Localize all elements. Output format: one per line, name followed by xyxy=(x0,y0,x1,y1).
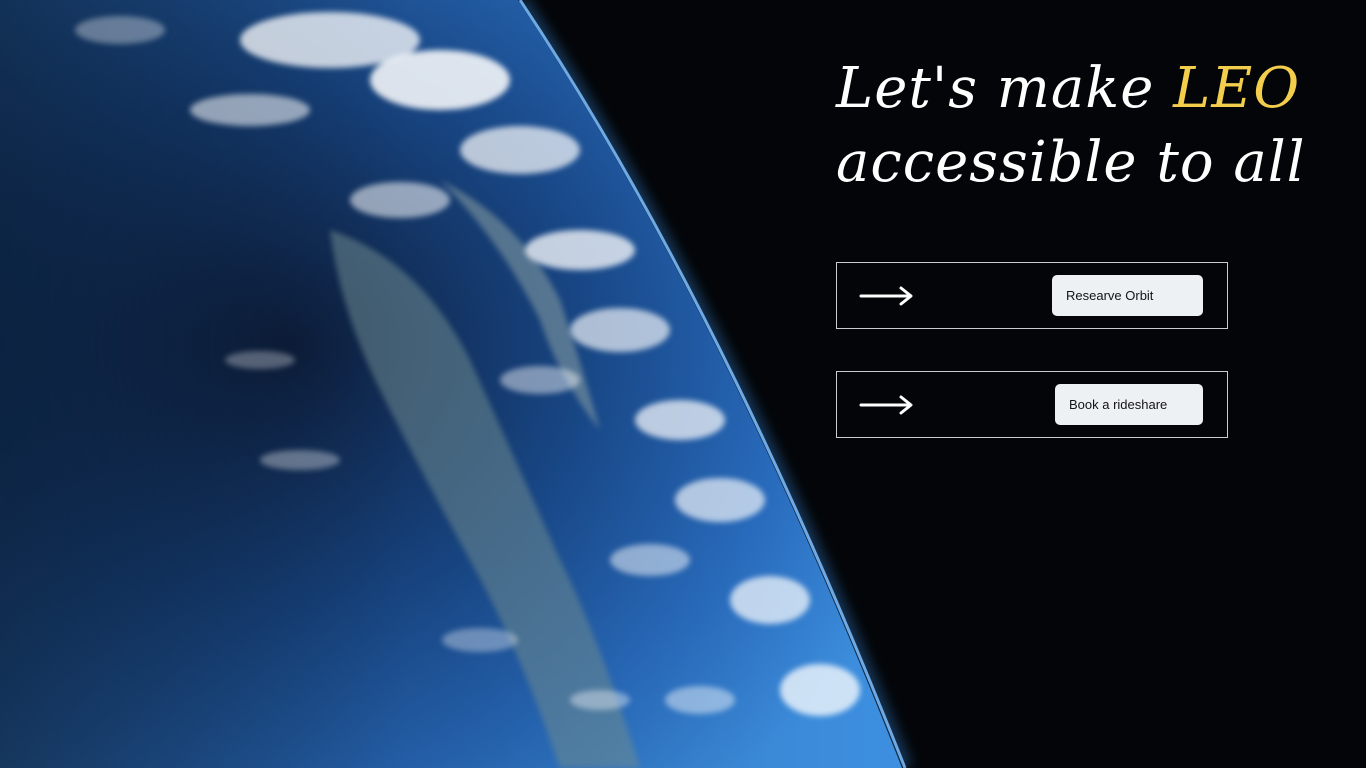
arrow-right-icon xyxy=(859,395,913,415)
arrow-right-icon xyxy=(859,286,913,306)
reserve-orbit-button[interactable]: Researve Orbit xyxy=(1052,275,1203,316)
reserve-orbit-card[interactable]: Researve Orbit xyxy=(836,262,1228,329)
book-rideshare-button[interactable]: Book a rideshare xyxy=(1055,384,1203,425)
headline-accent-leo: LEO xyxy=(1173,56,1301,121)
headline-line-2: accessible to all xyxy=(836,130,1306,195)
hero-headline: Let's make LEO accessible to all xyxy=(836,52,1306,200)
headline-text: Let's make xyxy=(836,56,1174,121)
book-rideshare-card[interactable]: Book a rideshare xyxy=(836,371,1228,438)
headline-line-1: Let's make LEO xyxy=(836,52,1299,126)
